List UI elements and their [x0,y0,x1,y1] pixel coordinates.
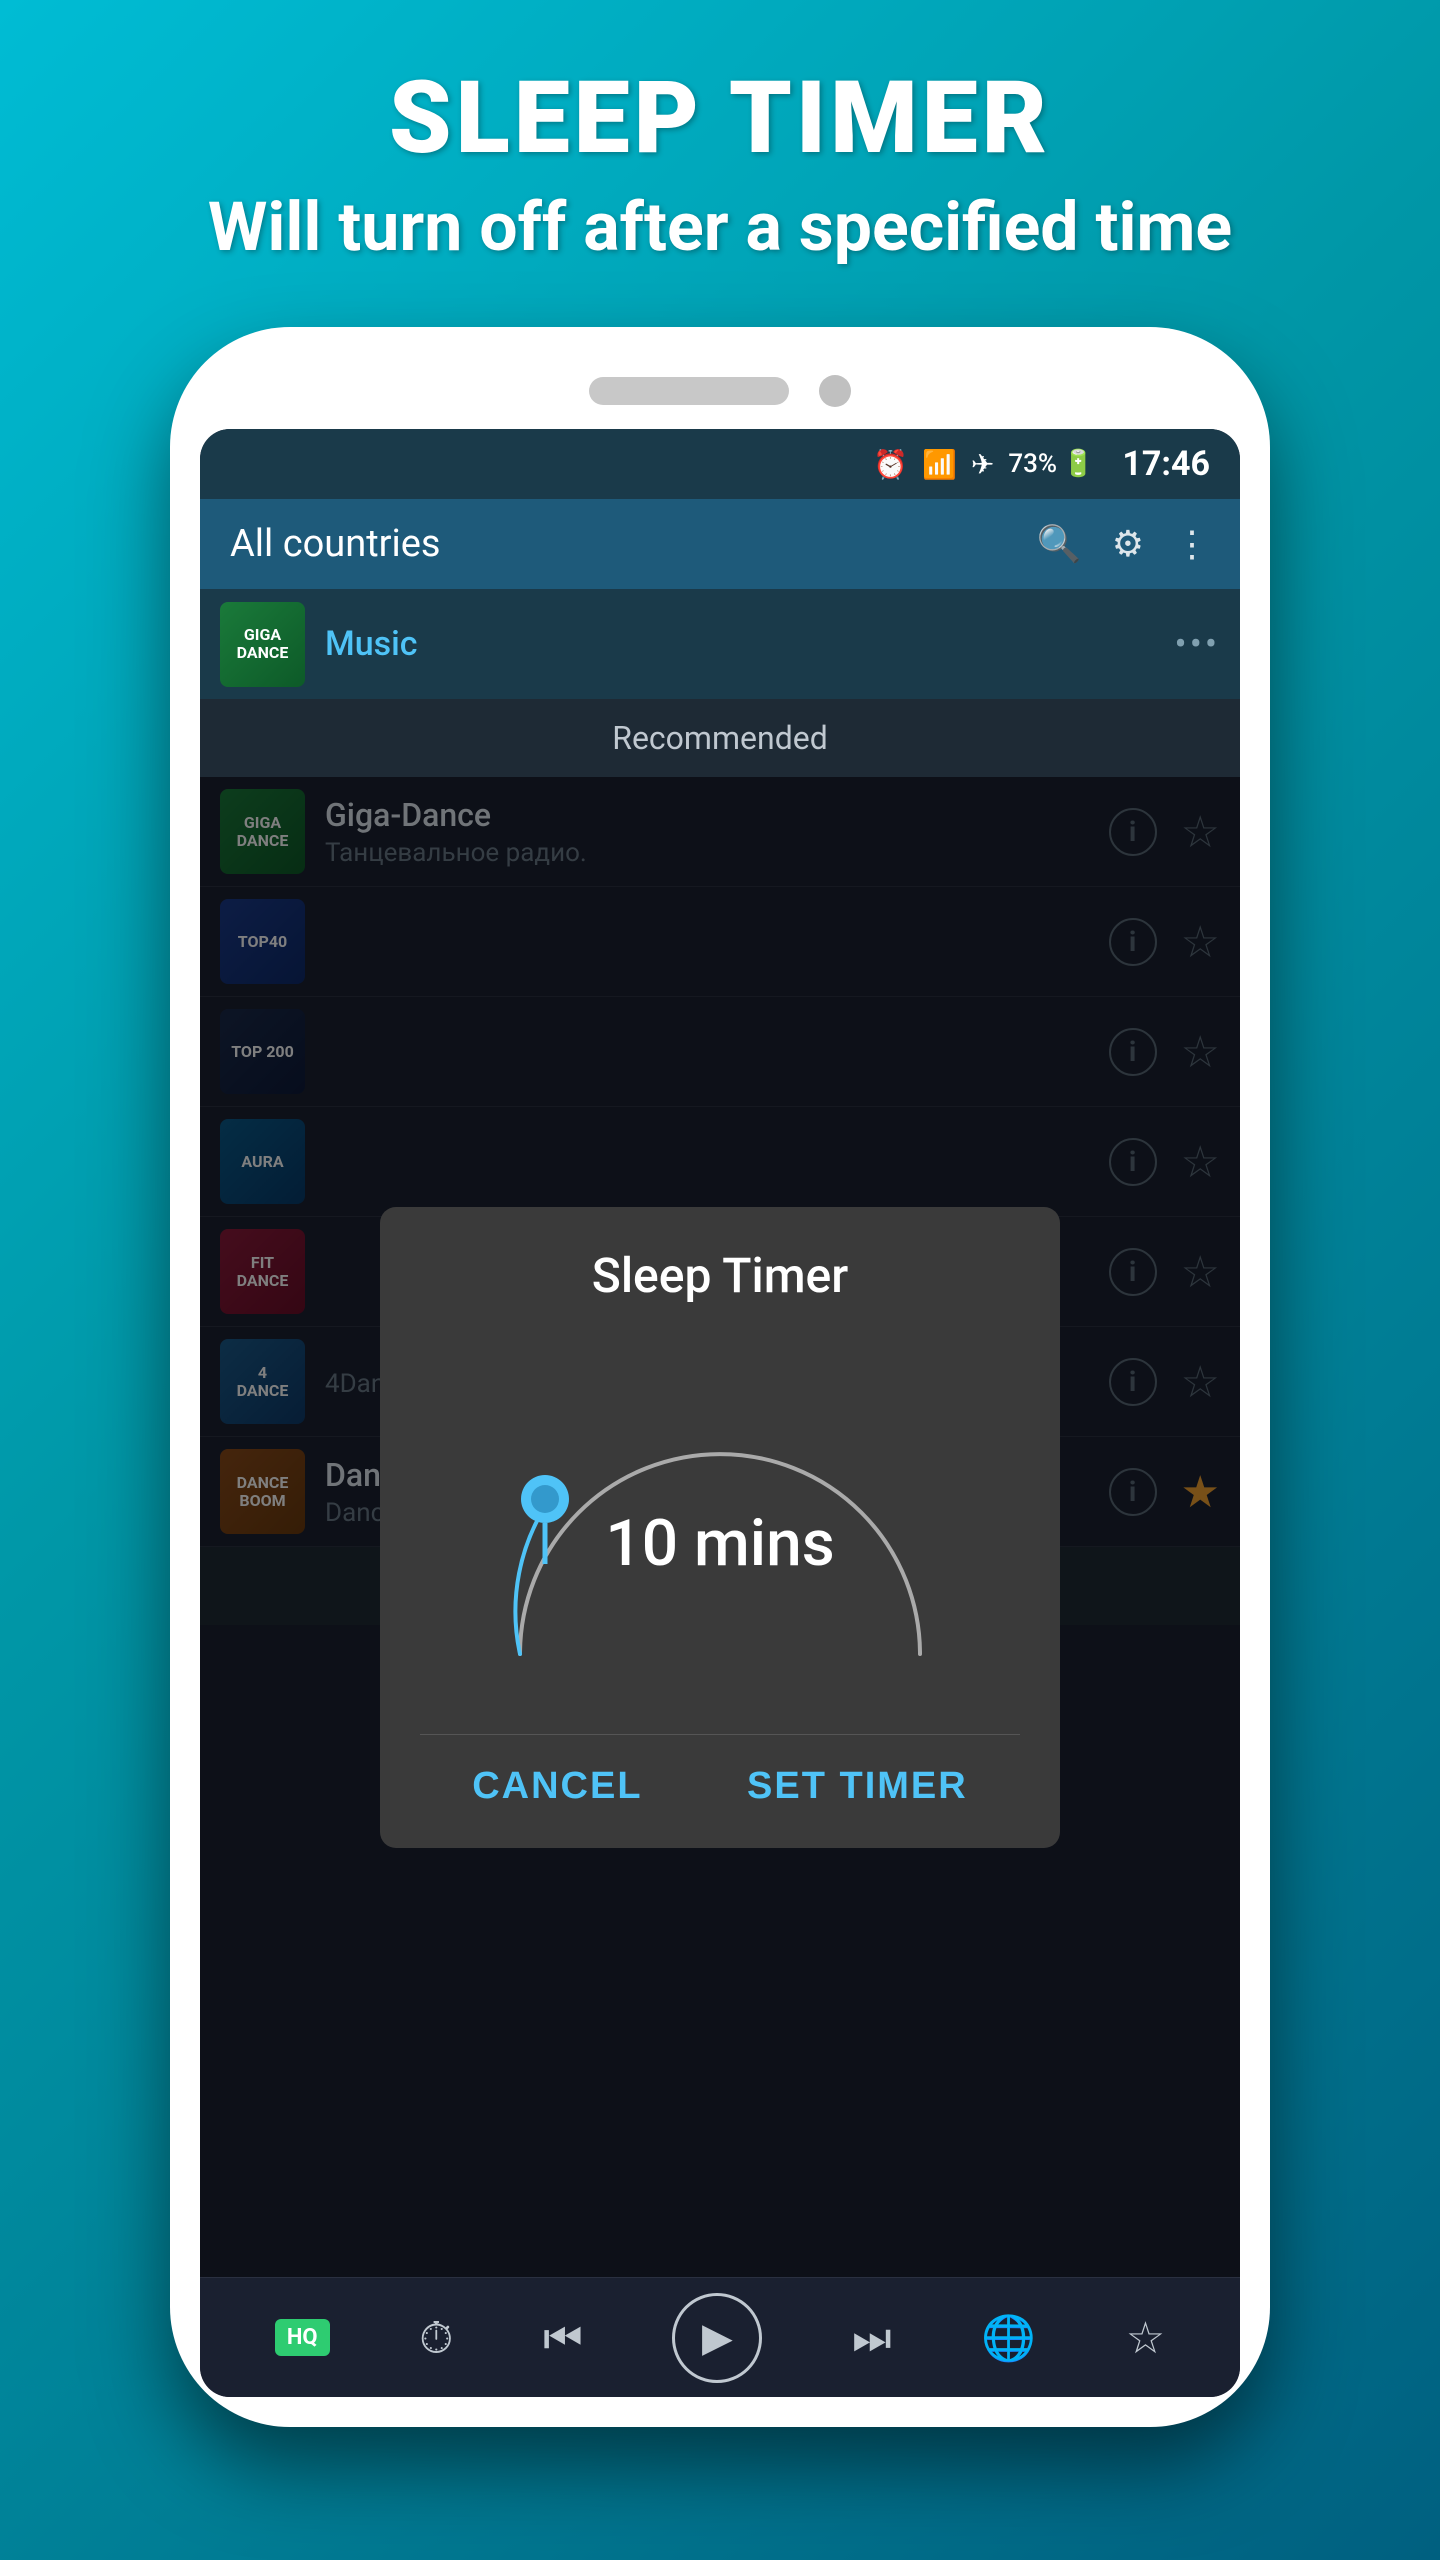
battery-percent: 73% [1008,449,1057,479]
play-button[interactable]: ▶ [672,2293,762,2383]
favorites-icon[interactable]: ☆ [1126,2312,1165,2364]
battery-indicator: 73% 🔋 [1008,449,1094,479]
hq-badge[interactable]: HQ [275,2319,330,2356]
status-bar: ⏰ 📶 ✈ 73% 🔋 17:46 [200,429,1240,499]
modal-overlay: Sleep Timer 10 [200,777,1240,2277]
search-icon[interactable]: 🔍 [1037,523,1082,565]
banner-title: SLEEP TIMER [80,60,1360,177]
sleep-timer-dialog: Sleep Timer 10 [380,1207,1060,1848]
modal-title: Sleep Timer [420,1247,1020,1304]
status-icons: ⏰ 📶 ✈ 73% 🔋 [873,448,1094,481]
now-playing-bar: GIGADANCE Music ••• [200,589,1240,699]
phone-camera [819,375,851,407]
phone-speaker [589,377,789,405]
section-recommended: Recommended [200,699,1240,777]
airplane-icon: ✈ [971,448,994,481]
previous-button[interactable]: ⏮ [543,2312,583,2364]
dial-thumb-inner [531,1485,559,1513]
alarm-icon: ⏰ [873,448,908,481]
app-bar: All countries 🔍 ⚙ ⋮ [200,499,1240,589]
battery-icon: 🔋 [1062,449,1094,479]
now-playing-thumb: GIGADANCE [220,602,305,687]
set-timer-button[interactable]: SET TIMER [717,1755,998,1818]
now-playing-title: Music [325,624,1155,664]
filter-icon[interactable]: ⚙ [1112,523,1144,565]
modal-buttons: CANCEL SET TIMER [420,1734,1020,1818]
now-playing-more-icon[interactable]: ••• [1175,623,1220,665]
wifi-icon: 📶 [922,448,957,481]
next-button[interactable]: ⏭ [852,2312,892,2364]
app-bar-title: All countries [230,522,1037,566]
app-bar-icons: 🔍 ⚙ ⋮ [1037,523,1210,565]
dial-track [520,1454,920,1654]
player-bar: HQ ⏱ ⏮ ▶ ⏭ 🌐 ☆ [200,2277,1240,2397]
banner-subtitle: Will turn off after a specified time [80,187,1360,267]
phone-screen: ⏰ 📶 ✈ 73% 🔋 17:46 All countries 🔍 ⚙ ⋮ G [200,429,1240,2397]
dial-svg [440,1334,1000,1714]
dial-container[interactable]: 10 mins [440,1334,1000,1714]
radio-list: GIGADANCE Giga-Dance Танцевальное радио.… [200,777,1240,2277]
more-icon[interactable]: ⋮ [1174,523,1210,565]
top-banner: SLEEP TIMER Will turn off after a specif… [0,0,1440,307]
status-time: 17:46 [1122,444,1210,484]
cancel-button[interactable]: CANCEL [442,1755,672,1818]
phone-top-decoration [200,357,1240,429]
globe-icon[interactable]: 🌐 [981,2312,1036,2364]
sleep-timer-icon[interactable]: ⏱ [419,2312,453,2364]
play-icon: ▶ [702,2314,733,2361]
now-playing-thumb-label: GIGADANCE [237,626,289,661]
phone-shell: ⏰ 📶 ✈ 73% 🔋 17:46 All countries 🔍 ⚙ ⋮ G [170,327,1270,2427]
